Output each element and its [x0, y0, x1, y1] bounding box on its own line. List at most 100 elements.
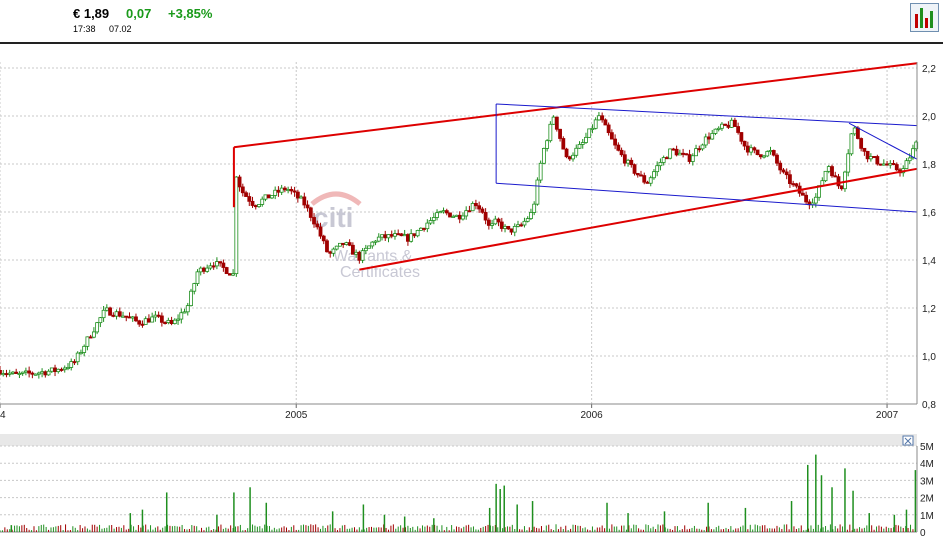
- candle-body: [292, 190, 297, 193]
- candle-body: [75, 352, 80, 363]
- candle-body: [0, 369, 2, 375]
- candle-body: [833, 175, 838, 178]
- price-candle: [771, 149, 776, 157]
- candle-body: [444, 210, 449, 214]
- candle-body: [512, 225, 517, 233]
- candle-body: [720, 123, 724, 129]
- candle-body: [593, 119, 598, 129]
- candle-body: [849, 133, 854, 155]
- candle-body: [104, 307, 109, 311]
- price-candle: [538, 160, 543, 184]
- price-candle: [872, 156, 877, 159]
- candle-body: [671, 148, 676, 151]
- candle-body: [784, 171, 789, 176]
- candle-body: [606, 124, 611, 134]
- price-tick-label: 2,0: [922, 112, 936, 123]
- price-candle: [227, 273, 232, 276]
- candle-body: [881, 163, 886, 166]
- candle-body: [344, 242, 349, 245]
- candle-body: [4, 373, 9, 376]
- candle-body: [273, 189, 278, 196]
- candle-body: [451, 215, 456, 218]
- candle-body: [53, 367, 57, 373]
- candle-body: [823, 170, 828, 182]
- candle-body: [661, 157, 666, 163]
- candle-body: [202, 267, 206, 272]
- candle-body: [114, 311, 119, 317]
- candle-body: [506, 225, 511, 230]
- candle-body: [804, 194, 809, 203]
- candle-body: [619, 149, 624, 156]
- price-candle: [548, 121, 553, 143]
- candle-body: [134, 316, 138, 322]
- candle-body: [577, 144, 582, 149]
- candle-body: [185, 305, 190, 313]
- candle-body: [541, 148, 546, 164]
- time-tick-label: 2005: [285, 410, 308, 421]
- price-candle: [632, 163, 637, 176]
- candle-body: [503, 225, 507, 229]
- candle-body: [438, 211, 443, 214]
- candle-body: [435, 212, 439, 218]
- price-candle: [554, 116, 559, 132]
- candle-body: [687, 154, 692, 162]
- candle-body: [111, 314, 116, 317]
- candle-body: [616, 144, 621, 151]
- candle-body: [266, 194, 271, 199]
- candle-body: [480, 208, 485, 213]
- candle-body: [153, 314, 158, 318]
- candle-body: [574, 147, 579, 156]
- candle-body: [176, 318, 180, 321]
- candle-body: [11, 371, 15, 374]
- collapse-volume-button[interactable]: [902, 435, 914, 446]
- candle-body: [486, 219, 491, 226]
- candle-body: [907, 157, 912, 162]
- candle-body: [626, 159, 630, 164]
- price-candle: [325, 238, 329, 253]
- price-grid: [0, 62, 917, 405]
- candle-body: [140, 323, 145, 326]
- candle-body: [752, 147, 757, 151]
- candle-body: [839, 185, 844, 190]
- candle-body: [707, 136, 711, 140]
- candle-body: [431, 217, 436, 221]
- candle-body: [308, 207, 313, 218]
- candle-body: [66, 367, 70, 370]
- candle-body: [98, 317, 103, 324]
- candle-body: [137, 320, 142, 325]
- candle-body: [363, 247, 368, 252]
- candle-body: [836, 176, 841, 187]
- price-candle: [765, 150, 770, 158]
- candle-body: [868, 156, 873, 160]
- candle-body: [781, 169, 786, 173]
- price-tick-label: 2,2: [922, 64, 936, 75]
- candle-body: [846, 153, 851, 173]
- price-candle: [224, 266, 229, 275]
- candle-body: [393, 233, 397, 237]
- price-candle: [823, 170, 828, 183]
- candle-body: [525, 218, 530, 222]
- candle-body: [244, 192, 248, 197]
- candle-body: [215, 261, 219, 267]
- price-candle: [234, 176, 239, 277]
- candle-body: [655, 165, 660, 173]
- candle-body: [1, 373, 6, 376]
- price-candle: [367, 245, 371, 249]
- price-candle: [195, 269, 200, 287]
- candle-body: [700, 144, 705, 150]
- candle-body: [635, 172, 640, 176]
- candle-body: [684, 153, 689, 156]
- candle-body: [713, 128, 718, 134]
- candle-body: [891, 162, 896, 165]
- candle-body: [399, 233, 404, 237]
- candle-body: [376, 236, 381, 242]
- candle-body: [367, 245, 371, 249]
- candle-body: [20, 371, 25, 374]
- candle-body: [548, 123, 553, 142]
- candle-body: [768, 150, 773, 153]
- candle-body: [360, 250, 365, 261]
- candle-body: [380, 234, 384, 238]
- candle-body: [694, 148, 698, 157]
- candle-body: [108, 307, 112, 316]
- candle-body: [477, 205, 482, 210]
